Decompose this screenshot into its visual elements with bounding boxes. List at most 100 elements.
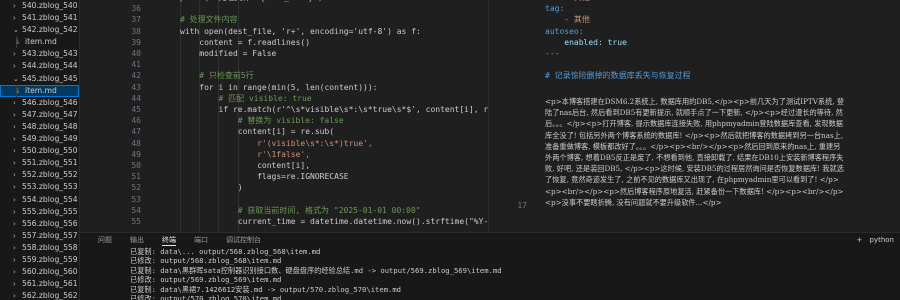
chevron-right-icon[interactable]: ›	[13, 169, 19, 181]
code-line: # 只检查前5行	[180, 71, 254, 81]
folder-item[interactable]: › 559.zblog_559	[0, 254, 79, 266]
chevron-right-icon[interactable]: ›	[13, 97, 19, 109]
panel-tab[interactable]: 端口	[194, 235, 208, 245]
folder-item[interactable]: › 555.zblog_555	[0, 206, 79, 218]
line-number: 38	[131, 26, 141, 36]
chevron-right-icon[interactable]: ›	[13, 266, 19, 278]
folder-item[interactable]: › 562.zblog_562	[0, 290, 79, 300]
chevron-right-icon[interactable]: ›	[13, 157, 19, 169]
folder-item[interactable]: › 556.zblog_556	[0, 218, 79, 230]
explorer-sidebar: › 540.zblog_540 › 541.zblog_541 ⌄ 542.zblog_5…	[0, 0, 80, 300]
folder-item[interactable]: › 561.zblog_561	[0, 278, 79, 290]
line-number: 49	[131, 149, 141, 159]
folder-item[interactable]: ⌄ 542.zblog_542	[0, 24, 79, 36]
terminal-line: 已修改: output/568.zblog_568\item.md	[130, 256, 282, 266]
chevron-right-icon[interactable]: ›	[13, 133, 19, 145]
folder-item[interactable]: › 560.zblog_560	[0, 266, 79, 278]
file-item[interactable]: ↓ item.md	[0, 84, 79, 97]
folder-item[interactable]: › 543.zblog_543	[0, 48, 79, 60]
tree-item-label: 560.zblog_560	[22, 267, 78, 277]
line-number: 41	[131, 60, 141, 70]
terminal-python-label[interactable]: python	[870, 236, 895, 244]
chevron-right-icon[interactable]: ›	[13, 218, 19, 230]
markdown-editor[interactable]: <p>本博客搭建在DSM6.2系统上, 数据库用的DB5,</p><p>前几天为…	[489, 0, 900, 232]
chevron-right-icon[interactable]: ›	[13, 230, 19, 242]
code-line: content[i] = re.sub(	[180, 127, 335, 137]
code-area[interactable]: print(f"处理文件: {dest_file}") # 处理文件内容with …	[180, 0, 488, 232]
chevron-right-icon[interactable]: ›	[13, 181, 19, 193]
bottom-panel: 问题 输出 终端 端口 调试控制台 + python 已复制: data\... out…	[80, 232, 900, 300]
line-number: 54	[131, 205, 141, 215]
tree-item-label: 545.zblog_545	[22, 73, 78, 83]
chevron-right-icon[interactable]: ›	[13, 278, 19, 290]
terminal-line: 已复制: data\... output/568.zblog_568\item.…	[130, 247, 321, 256]
panel-tab[interactable]: 终端	[162, 235, 176, 246]
code-line: print(f"处理文件: {dest_file}")	[180, 0, 323, 4]
code-line: r'(visible\s*:\s*)true',	[180, 138, 373, 148]
chevron-right-icon[interactable]: ›	[13, 194, 19, 206]
chevron-right-icon[interactable]: ›	[13, 121, 19, 133]
tree-item-label: 553.zblog_553	[22, 182, 78, 192]
line-number: 53	[131, 194, 141, 204]
chevron-right-icon[interactable]: ›	[13, 60, 19, 72]
folder-item[interactable]: › 553.zblog_553	[0, 181, 79, 193]
panel-tab[interactable]: 问题	[98, 235, 112, 245]
markdown-file-icon: ↓	[15, 86, 21, 95]
folder-item[interactable]: › 549.zblog_549	[0, 133, 79, 145]
markdown-line: autoseo:	[545, 26, 584, 36]
chevron-right-icon[interactable]: ›	[13, 109, 19, 121]
new-terminal-icon[interactable]: +	[856, 236, 862, 244]
panel-tabs: 问题 输出 终端 端口 调试控制台	[80, 233, 900, 247]
folder-item[interactable]: ⌄ 545.zblog_545	[0, 73, 79, 85]
tree-item-label: 555.zblog_555	[22, 206, 78, 216]
tree-item-label: 550.zblog_550	[22, 146, 78, 156]
tree-item-label: 541.zblog_541	[22, 13, 78, 23]
line-number: 45	[131, 105, 141, 114]
folder-item[interactable]: › 554.zblog_554	[0, 194, 79, 206]
chevron-right-icon[interactable]: ›	[13, 206, 19, 218]
folder-item[interactable]: › 558.zblog_558	[0, 242, 79, 254]
folder-item[interactable]: › 548.zblog_548	[0, 121, 79, 133]
line-number: 44	[131, 93, 141, 103]
tree-item-label: item.md	[25, 37, 57, 47]
panel-tab[interactable]: 输出	[130, 235, 144, 245]
folder-item[interactable]: › 540.zblog_540	[0, 0, 79, 12]
python-editor[interactable]: 3536373839404142434445464748495051525354…	[80, 0, 488, 232]
chevron-right-icon[interactable]: ›	[13, 145, 19, 157]
folder-item[interactable]: › 551.zblog_551	[0, 157, 79, 169]
code-line: if re.match(r'^\s*visible\s*:\s*true\s*$…	[180, 105, 488, 114]
panel-tab[interactable]: 调试控制台	[226, 235, 261, 245]
markdown-paragraph: <p>本博客搭建在DSM6.2系统上, 数据库用的DB5,</p><p>前几天为…	[545, 97, 845, 207]
chevron-right-icon[interactable]: ›	[13, 242, 19, 254]
folder-item[interactable]: › 550.zblog_550	[0, 145, 79, 157]
chevron-down-icon[interactable]: ⌄	[13, 24, 19, 36]
chevron-right-icon[interactable]: ›	[13, 0, 19, 12]
file-item[interactable]: ↓ item.md	[0, 36, 79, 49]
folder-item[interactable]: › 557.zblog_557	[0, 230, 79, 242]
code-line: modified = False	[180, 49, 277, 58]
panel-tools: + python	[851, 235, 894, 245]
chevron-right-icon[interactable]: ›	[13, 48, 19, 60]
terminal-output[interactable]: 已复制: data\... output/568.zblog_568\item.…	[130, 247, 890, 300]
folder-item[interactable]: › 541.zblog_541	[0, 12, 79, 24]
chevron-down-icon[interactable]: ⌄	[13, 73, 19, 85]
chevron-right-icon[interactable]: ›	[13, 12, 19, 24]
tree-item-label: 558.zblog_558	[22, 242, 78, 252]
chevron-right-icon[interactable]: ›	[13, 254, 19, 266]
folder-item[interactable]: › 546.zblog_546	[0, 97, 79, 109]
code-line: # 替换为 visible: false	[180, 116, 344, 126]
line-number: 36	[131, 4, 141, 14]
tree-item-label: 549.zblog_549	[22, 134, 78, 144]
folder-item[interactable]: › 544.zblog_544	[0, 60, 79, 72]
line-number: 46	[131, 116, 141, 126]
tree-item-label: 556.zblog_556	[22, 218, 78, 228]
code-line: # 匹配 visible: true	[180, 93, 312, 103]
chevron-right-icon[interactable]: ›	[13, 290, 19, 300]
tree-item-label: 561.zblog_561	[22, 279, 78, 289]
code-line: # 处理文件内容	[180, 15, 238, 25]
terminal-line: 已复制: data\黑裙7.1426612安装.md -> output/570…	[130, 284, 402, 294]
folder-item[interactable]: › 547.zblog_547	[0, 109, 79, 121]
folder-item[interactable]: › 552.zblog_552	[0, 169, 79, 181]
tree-item-label: 559.zblog_559	[22, 254, 78, 264]
code-line: content = f.readlines()	[180, 37, 311, 47]
